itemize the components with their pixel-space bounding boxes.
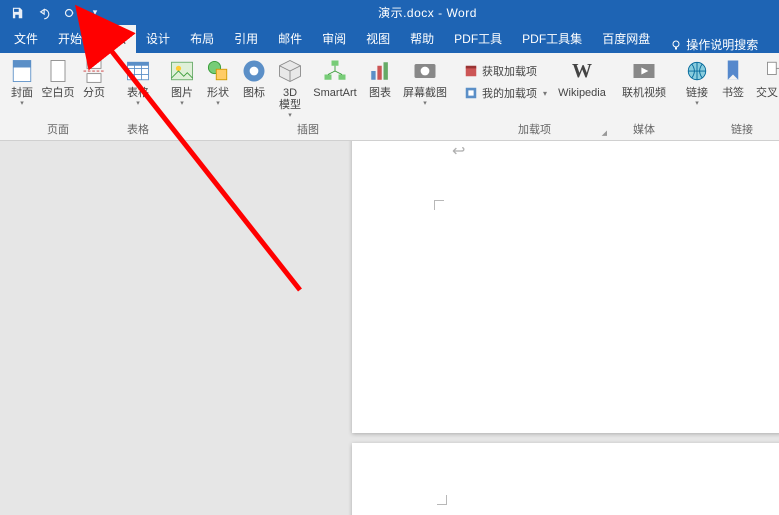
title-bar: ▾ 演示.docx - Word — [0, 0, 779, 25]
table-button[interactable]: 表格▾ — [120, 55, 156, 107]
group-media-label: 媒体 — [617, 119, 671, 140]
wikipedia-button[interactable]: W Wikipedia — [555, 55, 609, 99]
video-icon — [630, 57, 658, 85]
chart-button[interactable]: 图表 — [362, 55, 398, 99]
tab-pdftoolset[interactable]: PDF工具集 — [512, 25, 592, 53]
tab-home[interactable]: 开始 — [48, 25, 92, 53]
blank-page-icon — [44, 57, 72, 85]
shapes-button[interactable]: 形状▾ — [200, 55, 236, 107]
tab-references[interactable]: 引用 — [224, 25, 268, 53]
smartart-icon — [321, 57, 349, 85]
document-area[interactable]: ↩ 甲虫一 ↵ 正文↵ 正文↵ 正文↵ 正文↵ 正文↵ — [0, 141, 779, 515]
chart-icon — [366, 57, 394, 85]
page-break-button[interactable]: 分页 — [76, 55, 112, 99]
shapes-icon — [204, 57, 232, 85]
addin-icon — [464, 86, 478, 100]
cube-icon — [276, 57, 304, 85]
cover-page-button[interactable]: 封面▾ — [4, 55, 40, 107]
blank-page-button[interactable]: 空白页 — [40, 55, 76, 99]
ribbon-insert: 封面▾ 空白页 分页 页面 表格▾ 表格 图 — [0, 53, 779, 141]
group-illustrations-label: 插图 — [164, 119, 452, 140]
tab-layout[interactable]: 布局 — [180, 25, 224, 53]
paragraph-mark-icon: ↩ — [452, 141, 465, 161]
tell-me-label: 操作说明搜索 — [686, 36, 758, 53]
group-tables-label: 表格 — [120, 119, 156, 140]
document-page-2[interactable]: 甲虫一 ↵ 正文↵ 正文↵ 正文↵ 正文↵ 正文↵ — [352, 443, 779, 515]
group-links-label: 链接 — [679, 119, 779, 140]
group-tables: 表格▾ 表格 — [116, 53, 160, 140]
tab-design[interactable]: 设计 — [136, 25, 180, 53]
cover-page-icon — [8, 57, 36, 85]
table-icon — [124, 57, 152, 85]
undo-button[interactable] — [32, 2, 54, 24]
tab-file[interactable]: 文件 — [4, 25, 48, 53]
group-addins: 获取加载项 我的加载项 ▾ W Wikipedia 加载项 — [456, 53, 613, 140]
group-illustrations: 图片▾ 形状▾ 图标 3D 模型▾ SmartArt 图表 — [160, 53, 456, 140]
my-addins-button[interactable]: 我的加载项 ▾ — [460, 83, 551, 103]
redo-icon — [62, 6, 76, 20]
tab-view[interactable]: 视图 — [356, 25, 400, 53]
lightbulb-icon — [670, 39, 682, 51]
icons-button[interactable]: 图标 — [236, 55, 272, 99]
pictures-icon — [168, 57, 196, 85]
window-title: 演示.docx - Word — [106, 4, 779, 21]
link-button[interactable]: 链接▾ — [679, 55, 715, 107]
tell-me-search[interactable]: 操作说明搜索 — [660, 36, 758, 53]
crossref-icon — [764, 57, 779, 85]
icons-icon — [240, 57, 268, 85]
screenshot-button[interactable]: 屏幕截图▾ — [398, 55, 452, 107]
online-video-button[interactable]: 联机视频 — [617, 55, 671, 99]
group-pages-label: 页面 — [4, 119, 112, 140]
get-addins-button[interactable]: 获取加载项 — [460, 61, 551, 81]
group-addins-label: 加载项 — [460, 119, 609, 140]
tab-baidu[interactable]: 百度网盘 — [592, 25, 660, 53]
quick-access-toolbar: ▾ — [0, 2, 106, 24]
page-break-icon — [80, 57, 108, 85]
smartart-button[interactable]: SmartArt — [308, 55, 362, 99]
ribbon-tabs: 文件 开始 插入 设计 布局 引用 邮件 审阅 视图 帮助 PDF工具 PDF工… — [0, 25, 779, 53]
tab-review[interactable]: 审阅 — [312, 25, 356, 53]
wikipedia-icon: W — [568, 57, 596, 85]
bookmark-icon — [719, 57, 747, 85]
crop-corner-mark — [434, 200, 444, 210]
save-icon — [10, 6, 24, 20]
store-icon — [464, 64, 478, 78]
link-icon — [683, 57, 711, 85]
group-links: 链接▾ 书签 交叉引用 链接 — [675, 53, 779, 140]
crop-corner-mark — [437, 495, 447, 505]
bookmark-button[interactable]: 书签 — [715, 55, 751, 99]
save-button[interactable] — [6, 2, 28, 24]
screenshot-icon — [411, 57, 439, 85]
pictures-button[interactable]: 图片▾ — [164, 55, 200, 107]
tab-pdftool[interactable]: PDF工具 — [444, 25, 512, 53]
group-media: 联机视频 媒体 — [613, 53, 675, 140]
tab-mailings[interactable]: 邮件 — [268, 25, 312, 53]
document-page-1[interactable]: ↩ — [352, 141, 779, 433]
tab-help[interactable]: 帮助 — [400, 25, 444, 53]
tab-insert[interactable]: 插入 — [92, 25, 136, 53]
qat-customize-button[interactable]: ▾ — [84, 2, 106, 24]
3d-models-button[interactable]: 3D 模型▾ — [272, 55, 308, 119]
cross-reference-button[interactable]: 交叉引用 — [751, 55, 779, 99]
group-pages: 封面▾ 空白页 分页 页面 — [0, 53, 116, 140]
undo-icon — [36, 6, 50, 20]
redo-button[interactable] — [58, 2, 80, 24]
